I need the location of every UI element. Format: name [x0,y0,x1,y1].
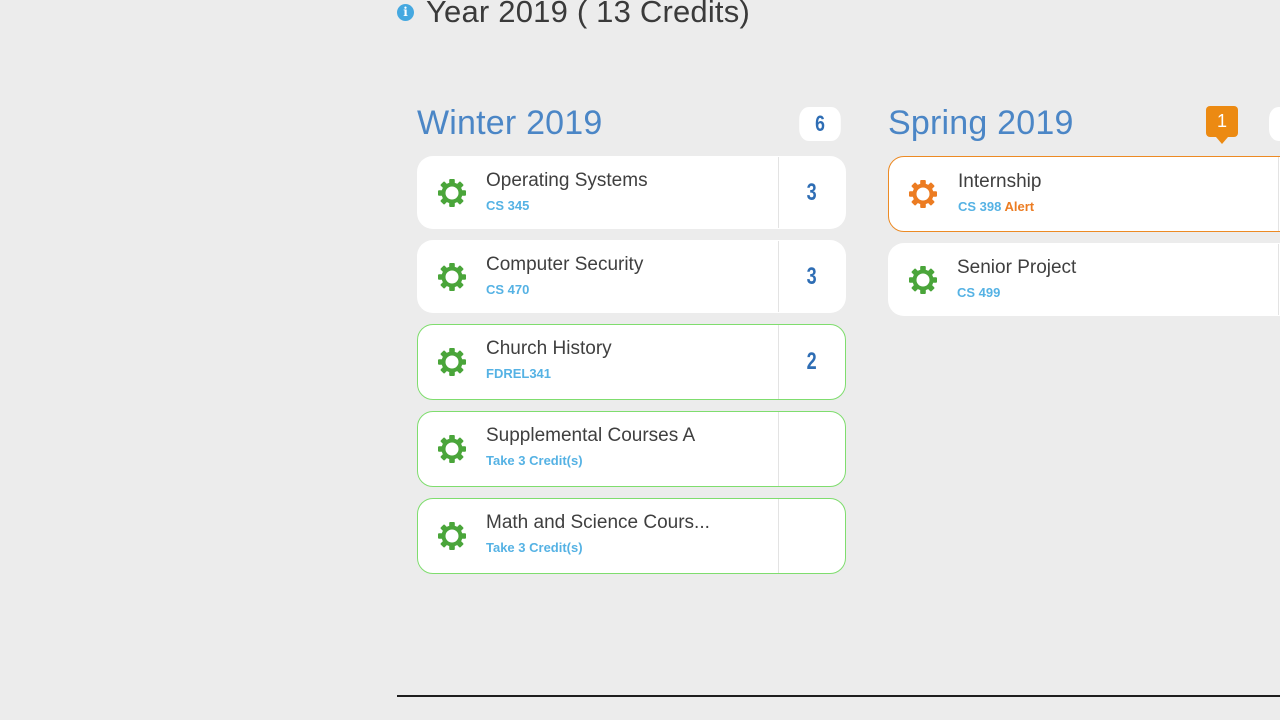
course-card-body[interactable]: Internship CS 398 Alert [889,157,1251,231]
course-code: FDREL341 [486,366,552,381]
course-requirement: Take 3 Credit(s) [486,453,583,468]
course-credits: 2 [778,325,845,399]
info-icon[interactable]: i [397,3,414,21]
gear-icon[interactable] [437,434,467,464]
course-card-body[interactable]: Math and Science Cours... Take 3 Credit(… [418,499,779,573]
alert-count-badge[interactable]: 1 [1206,106,1238,144]
gear-icon[interactable] [437,521,467,551]
term-credits-badge: 6 [799,107,841,141]
course-card-computer-security[interactable]: Computer Security CS 470 3 [417,240,846,313]
course-card-body[interactable]: Church History FDREL341 [418,325,779,399]
course-title: Internship [958,171,1042,192]
course-code: CS 398 [958,199,1002,214]
course-code-line: CS 398 Alert [958,199,1034,214]
course-requirement: Take 3 Credit(s) [486,540,583,555]
gear-icon[interactable] [437,347,467,377]
term-title[interactable]: Spring 2019 [888,104,1074,143]
term-header: Winter 2019 6 [417,100,847,152]
gear-icon[interactable] [908,179,938,209]
section-divider [397,695,1280,697]
course-title: Operating Systems [486,170,648,191]
course-card-church-history[interactable]: Church History FDREL341 2 [417,324,846,400]
course-credits [778,499,845,573]
course-card-body[interactable]: Senior Project CS 499 [889,244,1251,315]
term-winter-2019: Winter 2019 6 Operating Systems CS 345 3… [417,100,847,574]
course-title: Senior Project [957,257,1077,278]
course-card-body[interactable]: Supplemental Courses A Take 3 Credit(s) [418,412,779,486]
course-card-body[interactable]: Operating Systems CS 345 [418,157,779,228]
course-card-body[interactable]: Computer Security CS 470 [418,241,779,312]
course-title: Church History [486,338,612,359]
course-card-operating-systems[interactable]: Operating Systems CS 345 3 [417,156,846,229]
course-code: CS 499 [957,285,1001,300]
course-credits-value: 2 [806,348,818,375]
course-title: Computer Security [486,254,644,275]
course-card-math-and-science[interactable]: Math and Science Cours... Take 3 Credit(… [417,498,846,574]
course-card-internship[interactable]: Internship CS 398 Alert 1 [888,156,1280,232]
course-credits [778,412,845,486]
course-title: Math and Science Cours... [486,512,710,533]
gear-icon[interactable] [437,178,467,208]
gear-icon[interactable] [908,265,938,295]
course-code: CS 470 [486,282,530,297]
course-credits-value: 3 [806,178,818,206]
course-card-supplemental-courses-a[interactable]: Supplemental Courses A Take 3 Credit(s) [417,411,846,487]
term-credits-badge [1269,107,1280,141]
year-header: i Year 2019 ( 13 Credits) [397,0,750,30]
course-credits: 3 [778,241,845,312]
gear-icon[interactable] [437,262,467,292]
alert-label[interactable]: Alert [1005,199,1035,214]
course-credits-value: 3 [806,262,818,290]
academic-plan-page: i Year 2019 ( 13 Credits) Winter 2019 6 … [0,0,1280,720]
course-title: Supplemental Courses A [486,425,696,446]
course-code: CS 345 [486,198,530,213]
term-header: Spring 2019 1 [888,100,1280,152]
year-title: Year 2019 ( 13 Credits) [426,0,750,29]
course-credits: 3 [778,157,845,228]
course-card-senior-project[interactable]: Senior Project CS 499 3 [888,243,1280,316]
term-title[interactable]: Winter 2019 [417,104,603,143]
term-spring-2019: Spring 2019 1 Internship CS 398 Alert 1 … [888,100,1280,316]
